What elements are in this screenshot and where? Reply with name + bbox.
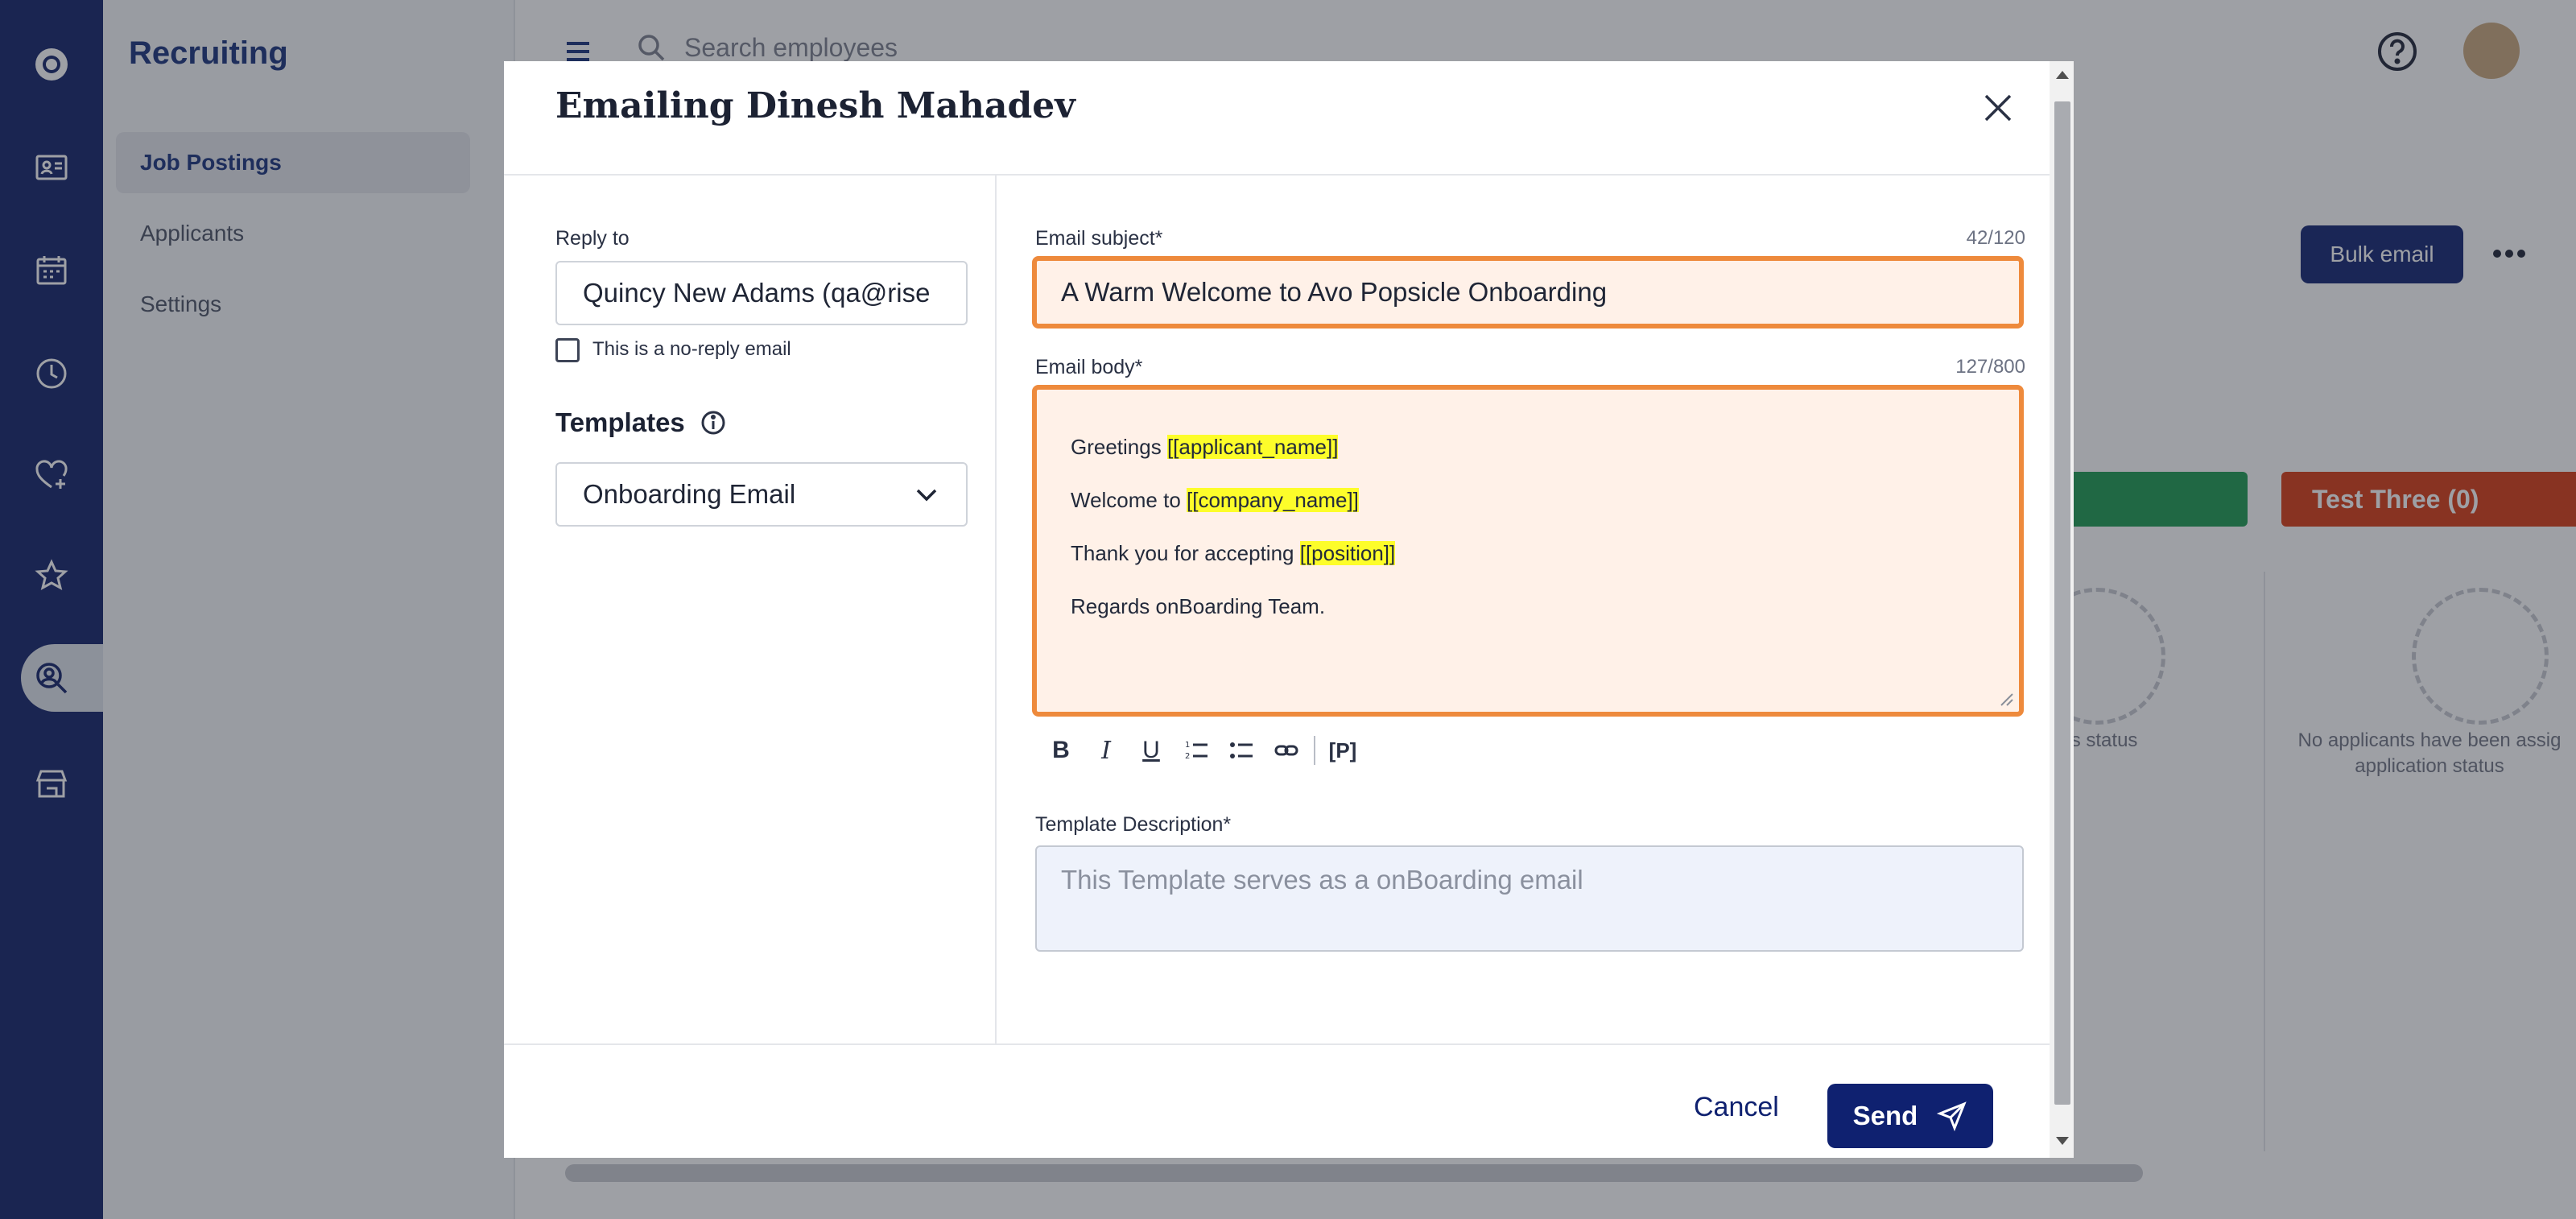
info-icon[interactable] [700, 409, 727, 436]
link-icon [1274, 745, 1298, 756]
modal-vertical-scrollbar[interactable] [2050, 61, 2074, 1158]
placeholder-tag: [[position]] [1299, 541, 1396, 565]
body-char-count: 127/800 [1955, 356, 2025, 378]
cancel-button[interactable]: Cancel [1694, 1092, 1779, 1123]
body-line: Welcome to [[company_name]] [1071, 473, 1985, 527]
body-line: Greetings [[applicant_name]] [1071, 420, 1985, 473]
body-line: Thank you for accepting [[position]] [1071, 527, 1985, 580]
reply-to-label: Reply to [555, 227, 630, 250]
resize-grip-icon[interactable] [1996, 689, 2014, 707]
scrollbar-thumb[interactable] [2054, 101, 2070, 1105]
templates-label: Templates [555, 407, 685, 437]
templates-heading: Templates [555, 407, 727, 438]
template-dropdown[interactable]: Onboarding Email [555, 462, 968, 527]
no-reply-label: This is a no-reply email [592, 338, 791, 360]
reply-to-field[interactable]: Quincy New Adams (qa@rise [555, 261, 968, 325]
send-label: Send [1852, 1101, 1918, 1130]
ordered-list-button[interactable]: 12 [1174, 728, 1219, 773]
italic-button[interactable]: I [1084, 728, 1129, 773]
modal-footer [504, 1043, 2050, 1158]
insert-placeholder-button[interactable]: [P] [1320, 728, 1365, 773]
close-icon [1984, 94, 2012, 122]
ordered-list-icon: 12 [1185, 741, 1208, 761]
template-selected-value: Onboarding Email [583, 479, 796, 509]
email-body-label: Email body* [1035, 356, 1143, 378]
no-reply-checkbox[interactable] [555, 338, 580, 362]
underline-button[interactable]: U [1129, 728, 1174, 773]
body-text: Thank you for accepting [1071, 541, 1300, 565]
send-button[interactable]: Send [1827, 1084, 1993, 1148]
body-text: Greetings [1071, 435, 1167, 459]
modal-title: Emailing Dinesh Mahadev [555, 85, 1075, 126]
bullet-list-button[interactable] [1219, 728, 1264, 773]
svg-text:2: 2 [1185, 752, 1190, 761]
chevron-down-icon [916, 489, 937, 502]
send-icon [1937, 1101, 1967, 1131]
bullet-list-icon [1230, 742, 1253, 758]
email-subject-input[interactable]: A Warm Welcome to Avo Popsicle Onboardin… [1032, 256, 2024, 329]
editor-toolbar: B I U 12 [P] [1038, 726, 1365, 775]
email-body-editor[interactable]: Greetings [[applicant_name]] Welcome to … [1032, 385, 2024, 717]
body-line: Regards onBoarding Team. [1071, 594, 1326, 618]
placeholder-tag: [[applicant_name]] [1166, 435, 1339, 459]
close-button[interactable] [1967, 77, 2029, 138]
email-modal: Emailing Dinesh Mahadev Reply to Quincy … [504, 61, 2074, 1158]
svg-text:1: 1 [1185, 741, 1190, 750]
email-subject-label: Email subject* [1035, 227, 1163, 250]
body-text: Welcome to [1071, 488, 1187, 512]
modal-header: Emailing Dinesh Mahadev [504, 61, 2050, 176]
scroll-up-icon[interactable] [2056, 71, 2069, 79]
bold-button[interactable]: B [1038, 728, 1084, 773]
toolbar-divider [1314, 736, 1315, 765]
template-description-label: Template Description* [1035, 813, 1232, 836]
template-description-input[interactable]: This Template serves as a onBoarding ema… [1035, 845, 2024, 952]
subject-char-count: 42/120 [1966, 227, 2025, 249]
link-button[interactable] [1264, 728, 1309, 773]
placeholder-tag: [[company_name]] [1187, 488, 1359, 512]
scroll-down-icon[interactable] [2056, 1137, 2069, 1145]
